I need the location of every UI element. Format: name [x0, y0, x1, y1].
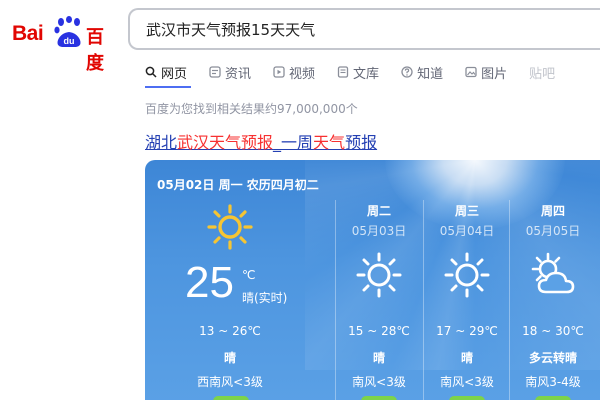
result-title-link[interactable]: 湖北武汉天气预报_一周天气预报 [145, 129, 377, 153]
tab-label: 贴吧 [529, 66, 556, 82]
tab-zhidao[interactable]: 知道 [401, 62, 443, 82]
weather-card[interactable]: 05月02日 周一 农历四月初二 25 ℃ 晴(实时) 13 ~ 26℃ 晴 西… [145, 160, 600, 400]
tab-label: 图片 [481, 66, 508, 82]
logo-text-cn: 百度 [86, 27, 104, 74]
temperature-range: 17 ~ 29℃ [436, 324, 498, 338]
day-name: 周三 [454, 204, 479, 218]
temperature-range: 18 ~ 30℃ [522, 324, 584, 338]
aqi-badge [449, 396, 485, 400]
tab-wenku[interactable]: 文库 [337, 62, 379, 82]
tab-label: 网页 [161, 66, 188, 82]
logo-text-bai: Bai [12, 22, 44, 45]
baidu-logo[interactable]: Bai du 百度 [8, 14, 118, 74]
title-highlight: 天气 [313, 133, 346, 152]
weather-date: 05月02日 周一 农历四月初二 [157, 178, 319, 192]
document-icon [337, 66, 349, 78]
image-icon [465, 66, 477, 78]
paw-icon: du [54, 16, 81, 47]
active-tab-underline [145, 86, 191, 88]
temperature-unit: ℃ [242, 268, 256, 282]
tab-news[interactable]: 资讯 [209, 62, 251, 82]
search-tabs: 网页 资讯 视频 文库 知道 图片 贴吧 [145, 62, 577, 82]
tab-video[interactable]: 视频 [273, 62, 315, 82]
weather-condition: 晴 [372, 351, 385, 365]
search-input[interactable] [146, 20, 600, 38]
partly-cloudy-icon [531, 252, 575, 294]
day-date: 05月03日 [351, 224, 407, 238]
tab-tieba[interactable]: 贴吧 [529, 62, 555, 82]
news-icon [209, 66, 221, 78]
logo-text-du: du [64, 36, 75, 46]
tab-image[interactable]: 图片 [465, 62, 507, 82]
sun-icon [207, 204, 253, 250]
tab-label: 视频 [289, 66, 316, 82]
title-highlight: 武汉天气预报 [177, 133, 274, 152]
temperature-range: 13 ~ 26℃ [199, 324, 261, 338]
tab-label: 知道 [417, 66, 444, 82]
weather-condition: 多云转晴 [528, 351, 577, 365]
wind-info: 西南风<3级 [197, 375, 263, 389]
search-box[interactable] [128, 8, 600, 50]
title-part: _一周 [273, 133, 314, 152]
day-date: 05月05日 [525, 224, 581, 238]
title-part: 预报 [345, 133, 378, 152]
weather-condition: 晴 [460, 351, 473, 365]
day-date: 05月04日 [439, 224, 495, 238]
aqi-badge [361, 396, 397, 400]
day-name: 周二 [366, 204, 391, 218]
current-temperature: 25 [185, 258, 234, 307]
tab-label: 资讯 [225, 66, 252, 82]
weather-condition: 晴 [223, 351, 236, 365]
question-icon [401, 66, 413, 78]
current-condition: 晴(实时) [242, 291, 288, 305]
title-part: 湖北 [145, 133, 178, 152]
aqi-badge [213, 396, 249, 400]
tab-label: 文库 [353, 66, 380, 82]
wind-info: 南风<3级 [440, 375, 494, 389]
result-count: 百度为您找到相关结果约97,000,000个 [145, 102, 358, 116]
forecast-day[interactable]: 周二 05月03日 15 ~ 28℃ 晴 南风<3级 [335, 200, 423, 400]
wind-info: 南风3-4级 [525, 375, 581, 389]
day-name: 周四 [540, 204, 565, 218]
forecast-day[interactable]: 周三 05月04日 17 ~ 29℃ 晴 南风<3级 [423, 200, 511, 400]
wind-info: 南风<3级 [352, 375, 406, 389]
search-icon [145, 66, 157, 78]
aqi-badge [535, 396, 571, 400]
temperature-range: 15 ~ 28℃ [348, 324, 410, 338]
video-icon [273, 66, 285, 78]
sun-icon [356, 252, 402, 298]
sun-icon [444, 252, 490, 298]
forecast-day[interactable]: 周四 05月05日 18 ~ 30℃ 多云转晴 南风3-4级 [509, 200, 597, 400]
tab-web[interactable]: 网页 [145, 62, 187, 82]
weather-today[interactable]: 25 ℃ 晴(实时) 13 ~ 26℃ 晴 西南风<3级 [145, 200, 315, 400]
